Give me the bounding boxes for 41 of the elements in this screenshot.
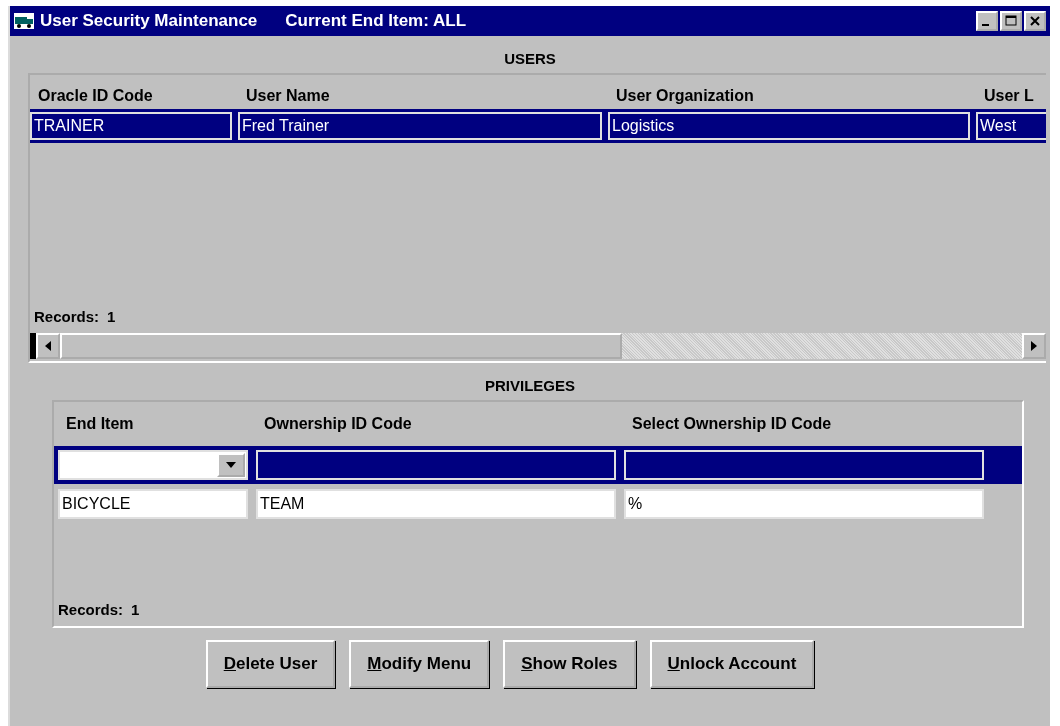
table-cell: West bbox=[976, 112, 1046, 140]
close-icon[interactable] bbox=[1029, 15, 1041, 27]
input-field[interactable]: TEAM bbox=[256, 489, 616, 519]
action-button[interactable]: Unlock Account bbox=[649, 640, 815, 688]
input-field[interactable] bbox=[256, 450, 616, 480]
column-header: User Name bbox=[245, 87, 331, 105]
action-button[interactable]: Show Roles bbox=[503, 640, 636, 688]
scroll-right-icon[interactable] bbox=[1031, 341, 1037, 351]
table-row[interactable] bbox=[54, 446, 1022, 484]
maximize-button[interactable] bbox=[1000, 11, 1022, 31]
records-label: Records: bbox=[34, 308, 100, 325]
table-row[interactable]: BICYCLE TEAM % bbox=[54, 484, 1022, 524]
column-header: Select Ownership ID Code bbox=[631, 415, 833, 433]
column-header: Oracle ID Code bbox=[37, 87, 154, 105]
column-header: User L bbox=[983, 87, 1035, 105]
window-title: User Security Maintenance bbox=[40, 11, 258, 31]
table-cell: TRAINER bbox=[30, 112, 232, 140]
scroll-left-icon[interactable] bbox=[45, 341, 51, 351]
input-field[interactable]: % bbox=[624, 489, 984, 519]
table-cell: Fred Trainer bbox=[238, 112, 602, 140]
maximize-icon[interactable] bbox=[1005, 15, 1017, 27]
table-row[interactable]: TRAINER Fred Trainer Logistics West bbox=[30, 109, 1046, 143]
column-header: End Item bbox=[65, 415, 135, 433]
records-count: 1 bbox=[131, 601, 140, 618]
window-subtitle: Current End Item: ALL bbox=[285, 11, 466, 31]
input-field[interactable] bbox=[624, 450, 984, 480]
action-button[interactable]: Delete User bbox=[205, 640, 336, 688]
minimize-button[interactable] bbox=[976, 11, 998, 31]
records-label: Records: bbox=[58, 601, 124, 618]
section-heading: USERS bbox=[504, 50, 556, 67]
close-button[interactable] bbox=[1024, 11, 1046, 31]
input-field[interactable]: BICYCLE bbox=[58, 489, 248, 519]
table-cell: Logistics bbox=[608, 112, 970, 140]
column-header: Ownership ID Code bbox=[263, 415, 413, 433]
column-header: User Organization bbox=[615, 87, 755, 105]
dropdown-field[interactable] bbox=[58, 450, 248, 480]
dropdown-arrow-icon[interactable] bbox=[226, 462, 236, 468]
section-heading: PRIVILEGES bbox=[485, 377, 575, 394]
records-count: 1 bbox=[107, 308, 116, 325]
horizontal-scrollbar[interactable] bbox=[30, 333, 1046, 359]
action-button[interactable]: Modify Menu bbox=[349, 640, 490, 688]
